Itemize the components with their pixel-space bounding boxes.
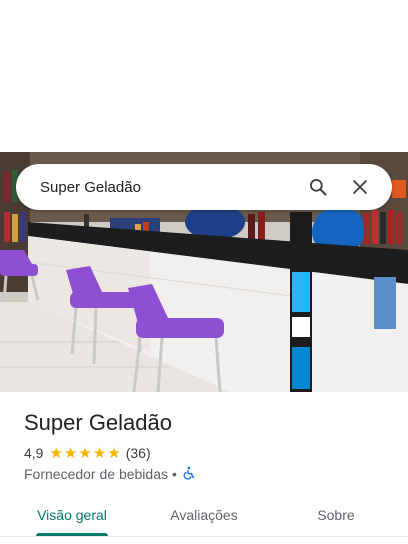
rating-value: 4,9 <box>24 445 44 461</box>
search-bar[interactable]: Super Geladão <box>16 164 392 210</box>
separator-dot: • <box>172 466 177 482</box>
review-count[interactable]: (36) <box>126 445 151 461</box>
map-blank-area <box>0 0 408 152</box>
close-icon[interactable] <box>342 169 378 205</box>
tab-divider <box>0 536 408 537</box>
star-icon: ★ <box>49 444 63 462</box>
star-icon: ★ <box>78 444 92 462</box>
place-title: Super Geladão <box>24 410 172 435</box>
place-category: Fornecedor de bebidas <box>24 466 168 482</box>
rating-row[interactable]: 4,9 ★ ★ ★ ★ ★ (36) <box>24 444 151 462</box>
search-icon[interactable] <box>300 169 336 205</box>
tab-overview[interactable]: Visão geral <box>22 496 122 533</box>
tab-reviews[interactable]: Avaliações <box>154 496 254 533</box>
star-rating: ★ ★ ★ ★ ★ <box>49 446 121 461</box>
tab-bar: Visão geral Avaliações Sobre <box>0 496 408 536</box>
star-icon: ★ <box>107 444 121 462</box>
star-icon: ★ <box>92 444 107 462</box>
wheelchair-icon <box>182 466 196 483</box>
tab-about[interactable]: Sobre <box>286 496 386 533</box>
star-icon: ★ <box>63 444 78 462</box>
category-row: Fornecedor de bebidas • <box>24 465 196 483</box>
search-query[interactable]: Super Geladão <box>40 179 300 196</box>
